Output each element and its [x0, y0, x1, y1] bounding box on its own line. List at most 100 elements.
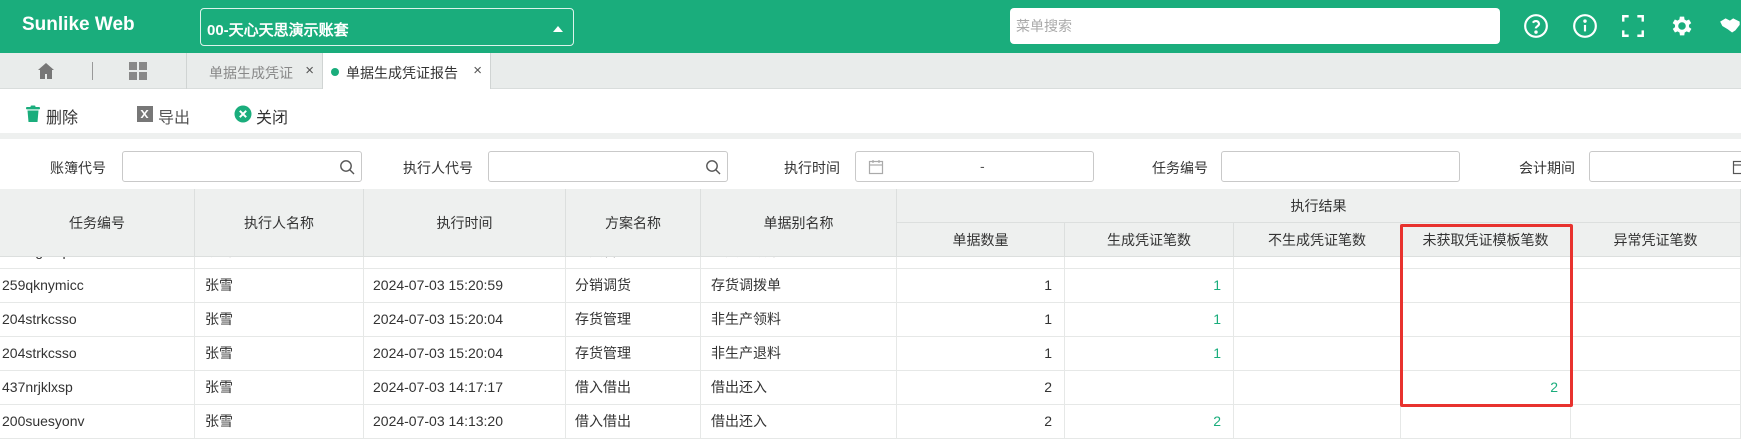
col-header-executor-name[interactable]: 执行人名称 — [195, 189, 364, 257]
task-no-label: 任务编号 — [1152, 160, 1208, 176]
task-no-input[interactable] — [1221, 151, 1460, 182]
cell-executor-name: 张雪 — [195, 269, 364, 303]
cell-exec-time: 2024-07-03 15:20:04 — [364, 303, 566, 337]
cell-error-count — [1571, 269, 1741, 303]
col-header-error-count[interactable]: 异常凭证笔数 — [1571, 223, 1741, 257]
cell-no-template-count — [1401, 269, 1571, 303]
close-icon[interactable]: × — [473, 62, 482, 79]
cell-scheme-name: 借入借出 — [566, 371, 701, 405]
export-label: 导出 — [158, 110, 191, 127]
trash-icon — [24, 105, 42, 123]
col-header-not-gen-count[interactable]: 不生成凭证笔数 — [1234, 223, 1401, 257]
cell-gen-count[interactable]: 1 — [1065, 303, 1234, 337]
cell-doc-type-name: 存货调拨单 — [701, 269, 897, 303]
cell-gen-count[interactable]: 2 — [1065, 405, 1234, 439]
cell-not-gen-count — [1234, 405, 1401, 439]
cell-executor-name: 张雪 — [195, 337, 364, 371]
cell-scheme-name: 借入借出 — [566, 405, 701, 439]
handshake-icon[interactable] — [1718, 13, 1741, 39]
cell-task-no: 204strkcsso — [0, 303, 195, 337]
cell-executor-name: 张雪 — [195, 405, 364, 439]
grid-icon[interactable] — [128, 61, 148, 81]
cell-not-gen-count — [1234, 269, 1401, 303]
col-header-doc-type-name[interactable]: 单据别名称 — [701, 189, 897, 257]
cell-scheme-name: 分销调货 — [566, 269, 701, 303]
cell-gen-count — [1065, 371, 1234, 405]
cell-executor-name: 张雪 — [195, 371, 364, 405]
close-circle-icon — [234, 105, 252, 123]
cell-gen-count[interactable]: 1 — [1065, 257, 1234, 269]
cell-no-template-count — [1401, 257, 1571, 269]
cell-exec-time: 2024-07-03 15:20:59 — [364, 269, 566, 303]
table-row-partial[interactable]: 418tg7t0p12 张雪 2024-07-03 15:21:08 存货管理 … — [0, 257, 1741, 269]
col-header-scheme-name[interactable]: 方案名称 — [566, 189, 701, 257]
brand-logo: Sunlike Web — [22, 14, 135, 35]
search-icon[interactable] — [705, 159, 721, 175]
table-row[interactable]: 200suesyonv 张雪 2024-07-03 14:13:20 借入借出 借出还入… — [0, 405, 1741, 439]
book-code-input[interactable] — [122, 151, 362, 182]
col-group-exec-result: 执行结果 — [897, 189, 1741, 223]
table-row[interactable]: 204strkcsso 张雪 2024-07-03 15:20:04 存货管理 非生产退… — [0, 337, 1741, 371]
exec-time-range-input[interactable]: - — [855, 151, 1094, 182]
tab-divider — [92, 62, 93, 80]
menu-search-input[interactable] — [1010, 8, 1500, 44]
cell-doc-count: 1 — [897, 257, 1065, 269]
cell-scheme-name: 存货管理 — [566, 257, 701, 269]
cell-gen-count[interactable]: 1 — [1065, 337, 1234, 371]
help-icon[interactable] — [1523, 13, 1549, 39]
cell-no-template-count — [1401, 405, 1571, 439]
cell-doc-count: 1 — [897, 303, 1065, 337]
cell-task-no: 204strkcsso — [0, 337, 195, 371]
cell-error-count — [1571, 405, 1741, 439]
filter-bar: 账簿代号 执行人代号 执行时间 - 任务编号 会计期间 — [0, 145, 1741, 189]
exec-time-label: 执行时间 — [784, 160, 840, 176]
cell-error-count — [1571, 337, 1741, 371]
app-header: Sunlike Web 00-天心天思演示账套 — [0, 0, 1741, 53]
cell-doc-type-name: 存货调拨单 — [701, 257, 897, 269]
col-header-task-no[interactable]: 任务编号 — [0, 189, 195, 257]
cell-no-template-count — [1401, 337, 1571, 371]
table-row[interactable]: 259qknymicc 张雪 2024-07-03 15:20:59 分销调货 存货调拨… — [0, 269, 1741, 303]
close-icon[interactable]: × — [305, 62, 314, 79]
home-icon[interactable] — [36, 61, 56, 81]
cell-error-count — [1571, 371, 1741, 405]
cell-error-count — [1571, 257, 1741, 269]
fullscreen-icon[interactable] — [1620, 13, 1646, 39]
cell-gen-count[interactable]: 1 — [1065, 269, 1234, 303]
close-label: 关闭 — [256, 110, 289, 127]
cell-not-gen-count — [1234, 371, 1401, 405]
table-row[interactable]: 204strkcsso 张雪 2024-07-03 15:20:04 存货管理 非生产领… — [0, 303, 1741, 337]
col-header-doc-count[interactable]: 单据数量 — [897, 223, 1065, 257]
cell-exec-time: 2024-07-03 15:21:08 — [364, 257, 566, 269]
cell-error-count — [1571, 303, 1741, 337]
active-dot-icon — [331, 68, 339, 76]
cell-executor-name: 张雪 — [195, 257, 364, 269]
gear-icon[interactable] — [1669, 13, 1695, 39]
cell-not-gen-count — [1234, 337, 1401, 371]
cell-scheme-name: 存货管理 — [566, 303, 701, 337]
tab-voucher-gen-report[interactable]: 单据生成凭证报告 × — [322, 53, 491, 89]
calendar-icon[interactable] — [868, 159, 884, 175]
col-header-exec-time[interactable]: 执行时间 — [364, 189, 566, 257]
period-input[interactable] — [1589, 151, 1741, 182]
cell-no-template-count[interactable]: 2 — [1401, 371, 1571, 405]
delete-label: 删除 — [46, 110, 79, 127]
tab-label: 单据生成凭证报告 — [346, 65, 458, 81]
cell-doc-type-name: 非生产领料 — [701, 303, 897, 337]
cell-task-no: 259qknymicc — [0, 269, 195, 303]
executor-code-input[interactable] — [488, 151, 728, 182]
search-icon[interactable] — [339, 159, 355, 175]
cell-doc-count: 2 — [897, 405, 1065, 439]
table-row[interactable]: 437nrjklxsp 张雪 2024-07-03 14:17:17 借入借出 借出还入… — [0, 371, 1741, 405]
cell-doc-type-name: 借出还入 — [701, 405, 897, 439]
book-code-label: 账簿代号 — [50, 160, 106, 176]
tab-voucher-gen[interactable]: 单据生成凭证 × — [186, 53, 322, 89]
info-icon[interactable] — [1572, 13, 1598, 39]
account-select[interactable]: 00-天心天思演示账套 — [200, 8, 574, 46]
cell-doc-count: 2 — [897, 371, 1065, 405]
tab-label: 单据生成凭证 — [209, 65, 293, 81]
cell-scheme-name: 存货管理 — [566, 337, 701, 371]
col-header-no-template-count[interactable]: 未获取凭证模板笔数 — [1401, 223, 1571, 257]
calendar-icon[interactable] — [1732, 159, 1741, 175]
col-header-gen-count[interactable]: 生成凭证笔数 — [1065, 223, 1234, 257]
